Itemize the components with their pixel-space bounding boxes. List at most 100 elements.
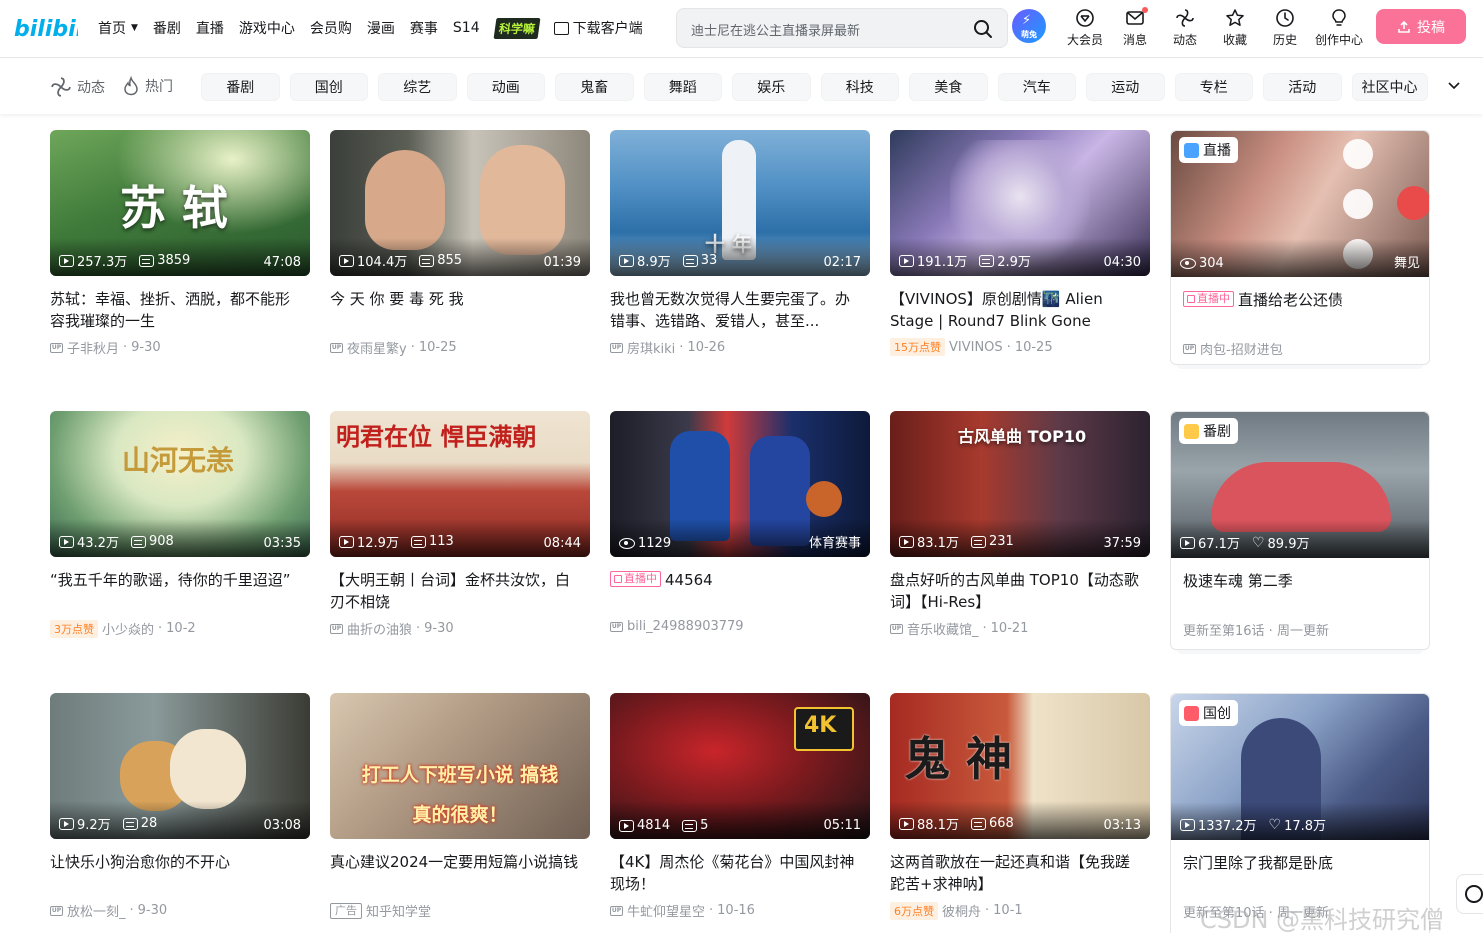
nav-bangumi[interactable]: 番剧	[153, 18, 181, 38]
upload-button[interactable]: 投稿	[1376, 9, 1466, 44]
bangumi-title[interactable]: 极速车魂 第二季	[1171, 570, 1429, 614]
channel-dynamic[interactable]: 动态	[50, 76, 105, 98]
nav-message[interactable]: 消息	[1110, 6, 1160, 50]
live-thumbnail[interactable]: 直播 304 舞见	[1171, 131, 1429, 277]
video-title[interactable]: 盘点好听的古风单曲 TOP10【动态歌词】【Hi-Res】	[890, 569, 1140, 613]
video-thumbnail[interactable]: 十 年 8.9万 33 02:17	[610, 130, 870, 276]
video-duration: 04:30	[1103, 255, 1141, 270]
nav-download-client[interactable]: 下载客户端	[553, 18, 643, 38]
channel-tag[interactable]: 番剧	[201, 73, 280, 101]
video-card[interactable]: 古风单曲 TOP10 83.1万 231 37:59 盘点好听的古风单曲 TOP…	[890, 411, 1150, 638]
viewer-count-text: 304	[1199, 256, 1224, 271]
live-title[interactable]: 直播中 直播给老公还债	[1171, 289, 1429, 333]
video-title[interactable]: “我五千年的歌谣，待你的千里迢迢”	[50, 569, 300, 613]
video-meta[interactable]: UP 牛虻仰望星空 · 10-16	[610, 901, 870, 920]
nav-manga[interactable]: 漫画	[367, 18, 395, 38]
search-input[interactable]: 迪士尼在逃公主直播录屏最新	[691, 20, 860, 39]
video-card[interactable]: 104.4万 855 01:39 今 天 你 要 毒 死 我 UP 夜雨星繁y · 1…	[330, 130, 590, 357]
search-icon[interactable]	[973, 19, 993, 39]
channel-tag[interactable]: 汽车	[997, 73, 1076, 101]
video-card[interactable]: 9.2万 28 03:08 让快乐小狗治愈你的不开心 UP 放松一刻_ · 9-30	[50, 693, 310, 920]
channel-tag[interactable]: 科技	[820, 73, 899, 101]
meta-separator: ·	[410, 340, 415, 355]
video-card[interactable]: 明君在位 悍臣满朝 12.9万 113 08:44 【大明王朝丨台词】金杯共汝饮…	[330, 411, 590, 638]
video-meta[interactable]: UP 放松一刻_ · 9-30	[50, 901, 310, 920]
video-meta[interactable]: 3万点赞 小少焱的 · 10-2	[50, 619, 310, 638]
channel-tag[interactable]: 活动	[1263, 73, 1342, 101]
nav-game-center[interactable]: 游戏中心	[239, 18, 295, 38]
channel-tag[interactable]: 娱乐	[732, 73, 811, 101]
video-thumbnail[interactable]: 山河无恙 43.2万 908 03:35	[50, 411, 310, 557]
video-title[interactable]: 我也曾无数次觉得人生要完蛋了。办错事、选错路、爱错人，甚至...	[610, 288, 860, 332]
side-float-button[interactable]	[1456, 874, 1483, 914]
bangumi-thumbnail[interactable]: 番剧 67.1万 ♡ 89.9万	[1171, 412, 1429, 558]
user-avatar[interactable]: ⚡ 萌兔	[1012, 9, 1046, 43]
video-thumbnail[interactable]: 191.1万 2.9万 04:30	[890, 130, 1150, 276]
nav-live[interactable]: 直播	[196, 18, 224, 38]
live-title[interactable]: 直播中 44564	[610, 569, 860, 613]
video-thumbnail[interactable]: 4K 4814 5 05:11	[610, 693, 870, 839]
nav-s14[interactable]: S14	[453, 20, 480, 36]
video-card[interactable]: 山河无恙 43.2万 908 03:35 “我五千年的歌谣，待你的千里迢迢” 3…	[50, 411, 310, 638]
nav-dynamic[interactable]: 动态	[1160, 6, 1210, 50]
video-meta[interactable]: UP 音乐收藏馆_ · 10-21	[890, 619, 1150, 638]
video-thumbnail[interactable]: 鬼 神 88.1万 668 03:13	[890, 693, 1150, 839]
video-title[interactable]: 今 天 你 要 毒 死 我	[330, 288, 580, 332]
video-card[interactable]: 苏 轼 257.3万 3859 47:08 苏轼：幸福、挫折、洒脱，都不能形容我…	[50, 130, 310, 357]
chevron-down-icon[interactable]	[1448, 79, 1460, 93]
ad-meta[interactable]: 广告 知乎知学堂	[330, 901, 590, 920]
video-title[interactable]: 【VIVINOS】原创剧情🌃 Alien Stage | Round7 Blin…	[890, 288, 1140, 332]
video-thumbnail[interactable]: 9.2万 28 03:08	[50, 693, 310, 839]
channel-tag[interactable]: 美食	[909, 73, 988, 101]
live-card[interactable]: 1129 体育赛事 直播中 44564 UP bili_24988903779	[610, 411, 870, 634]
guochuang-thumbnail[interactable]: 国创 1337.2万 ♡ 17.8万	[1171, 694, 1429, 840]
channel-tag[interactable]: 舞蹈	[643, 73, 722, 101]
video-meta[interactable]: UP 子非秋月 · 9-30	[50, 338, 310, 357]
channel-tag[interactable]: 鬼畜	[555, 73, 634, 101]
channel-hot[interactable]: 热门	[122, 76, 173, 96]
ad-title[interactable]: 真心建议2024一定要用短篇小说搞钱	[330, 851, 580, 895]
live-thumbnail[interactable]: 1129 体育赛事	[610, 411, 870, 557]
channel-tag[interactable]: 动画	[466, 73, 545, 101]
guochuang-title[interactable]: 宗门里除了我都是卧底	[1171, 852, 1429, 896]
channel-tag[interactable]: 综艺	[378, 73, 457, 101]
channel-tag[interactable]: 社区中心	[1351, 73, 1428, 101]
video-title[interactable]: 让快乐小狗治愈你的不开心	[50, 851, 300, 895]
video-thumbnail[interactable]: 明君在位 悍臣满朝 12.9万 113 08:44	[330, 411, 590, 557]
video-title[interactable]: 【大明王朝丨台词】金杯共汝饮，白刃不相饶	[330, 569, 580, 613]
video-meta[interactable]: UP 曲折の油狼 · 9-30	[330, 619, 590, 638]
video-card[interactable]: 4K 4814 5 05:11 【4K】周杰伦《菊花台》中国风封神现场！ UP 牛…	[610, 693, 870, 920]
nav-kexue-promo[interactable]: 科学嘛	[493, 17, 541, 39]
thumbnail-title-text: 山河无恙	[122, 444, 235, 477]
ad-card[interactable]: 打工人下班写小说 搞钱真的很爽！ 真心建议2024一定要用短篇小说搞钱 广告 知乎…	[330, 693, 590, 920]
live-meta[interactable]: UP bili_24988903779	[610, 619, 870, 634]
video-meta[interactable]: 15万点赞 VIVINOS · 10-25	[890, 338, 1150, 356]
video-meta[interactable]: UP 房琪kiki · 10-26	[610, 338, 870, 357]
nav-mall[interactable]: 会员购	[310, 18, 352, 38]
channel-tag[interactable]: 运动	[1086, 73, 1165, 101]
video-thumbnail[interactable]: 苏 轼 257.3万 3859 47:08	[50, 130, 310, 276]
view-count: 104.4万	[339, 251, 407, 270]
channel-tag[interactable]: 专栏	[1174, 73, 1253, 101]
video-title[interactable]: 【4K】周杰伦《菊花台》中国风封神现场！	[610, 851, 860, 895]
video-title[interactable]: 苏轼：幸福、挫折、洒脱，都不能形容我璀璨的一生	[50, 288, 300, 332]
nav-match[interactable]: 赛事	[410, 18, 438, 38]
nav-creator-center[interactable]: 创作中心	[1310, 6, 1368, 50]
video-card[interactable]: 191.1万 2.9万 04:30 【VIVINOS】原创剧情🌃 Alien S…	[890, 130, 1150, 356]
live-meta[interactable]: UP 肉包-招财进包	[1171, 339, 1429, 358]
ad-thumbnail[interactable]: 打工人下班写小说 搞钱真的很爽！	[330, 693, 590, 839]
nav-favorites[interactable]: 收藏	[1210, 6, 1260, 50]
video-meta[interactable]: UP 夜雨星繁y · 10-25	[330, 338, 590, 357]
channel-tag[interactable]: 国创	[289, 73, 368, 101]
nav-home[interactable]: 首页 ▼	[98, 18, 138, 38]
video-card[interactable]: 鬼 神 88.1万 668 03:13 这两首歌放在一起还真和谐【免我蹉跎苦+求…	[890, 693, 1150, 920]
video-title[interactable]: 这两首歌放在一起还真和谐【免我蹉跎苦+求神呐】	[890, 851, 1140, 895]
nav-vip[interactable]: 大会员	[1060, 6, 1110, 50]
video-meta[interactable]: 6万点赞 彼桐舟 · 10-1	[890, 901, 1150, 920]
video-card[interactable]: 十 年 8.9万 33 02:17 我也曾无数次觉得人生要完蛋了。办错事、选错路…	[610, 130, 870, 357]
video-thumbnail[interactable]: 古风单曲 TOP10 83.1万 231 37:59	[890, 411, 1150, 557]
bilibili-logo[interactable]: bilibili	[12, 10, 78, 44]
video-thumbnail[interactable]: 104.4万 855 01:39	[330, 130, 590, 276]
search-box[interactable]: 迪士尼在逃公主直播录屏最新	[676, 8, 1008, 48]
nav-history[interactable]: 历史	[1260, 6, 1310, 50]
